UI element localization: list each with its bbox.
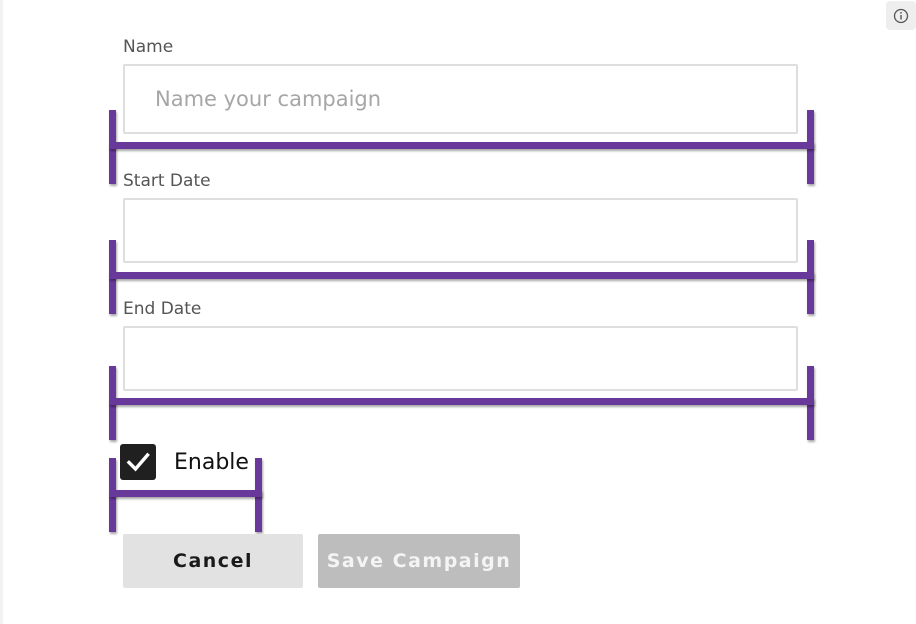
campaign-form-page: Name Start Date End Date Enable Cancel S… — [0, 0, 916, 624]
left-edge-divider — [0, 0, 3, 624]
info-button[interactable] — [886, 1, 916, 30]
enable-label: Enable — [174, 450, 249, 475]
cancel-button[interactable]: Cancel — [123, 534, 303, 588]
end-date-label: End Date — [123, 299, 202, 319]
info-icon — [893, 8, 909, 23]
name-input[interactable] — [123, 64, 798, 134]
enable-checkbox[interactable] — [120, 444, 156, 480]
end-date-input[interactable] — [123, 326, 798, 391]
save-campaign-button[interactable]: Save Campaign — [318, 534, 520, 588]
checkmark-icon — [126, 452, 150, 472]
start-date-input[interactable] — [123, 198, 798, 263]
start-date-label: Start Date — [123, 171, 211, 191]
name-label: Name — [123, 37, 174, 57]
